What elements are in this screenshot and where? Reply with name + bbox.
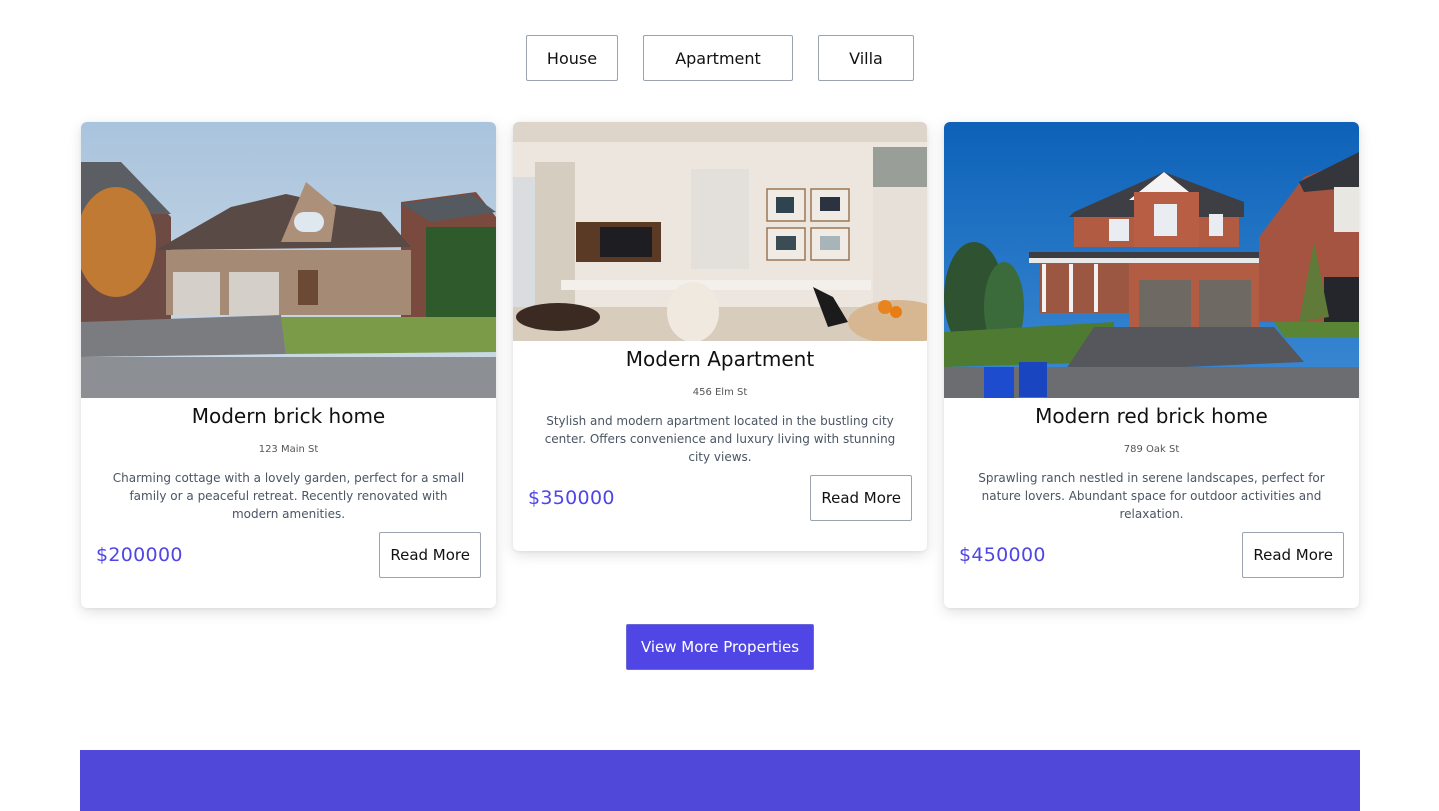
read-more-button[interactable]: Read More	[810, 475, 912, 521]
property-card: Modern brick home 123 Main St Charming c…	[81, 122, 496, 608]
filter-house-button[interactable]: House	[526, 35, 618, 81]
property-type-filters: House Apartment Villa	[0, 35, 1439, 81]
property-title: Modern brick home	[191, 404, 386, 428]
property-card-footer: $200000 Read More	[96, 532, 481, 578]
property-address: 456 Elm St	[692, 387, 748, 398]
property-description: Sprawling ranch nestled in serene landsc…	[978, 471, 1325, 521]
property-card: Modern Apartment 456 Elm St Stylish and …	[513, 122, 927, 551]
property-description: Stylish and modern apartment located in …	[544, 414, 896, 464]
property-card-body: Modern red brick home 789 Oak St Sprawli…	[944, 398, 1359, 523]
property-image	[944, 122, 1359, 398]
property-title: Modern Apartment	[625, 347, 815, 371]
property-card-footer: $450000 Read More	[959, 532, 1344, 578]
view-more-properties-button[interactable]: View More Properties	[626, 624, 814, 670]
filter-villa-button[interactable]: Villa	[818, 35, 914, 81]
property-image	[513, 122, 927, 341]
property-address: 789 Oak St	[1123, 444, 1180, 455]
footer-banner	[80, 750, 1360, 811]
property-card: Modern red brick home 789 Oak St Sprawli…	[944, 122, 1359, 608]
read-more-button[interactable]: Read More	[379, 532, 481, 578]
property-card-body: Modern Apartment 456 Elm St Stylish and …	[513, 341, 927, 466]
property-card-body: Modern brick home 123 Main St Charming c…	[81, 398, 496, 523]
property-image	[81, 122, 496, 398]
property-description: Charming cottage with a lovely garden, p…	[112, 471, 465, 521]
read-more-button[interactable]: Read More	[1242, 532, 1344, 578]
property-title: Modern red brick home	[1035, 404, 1268, 428]
property-price: $200000	[96, 544, 183, 566]
property-price: $450000	[959, 544, 1046, 566]
property-address: 123 Main St	[258, 444, 319, 455]
property-card-footer: $350000 Read More	[528, 475, 912, 521]
filter-apartment-button[interactable]: Apartment	[643, 35, 793, 81]
property-price: $350000	[528, 487, 615, 509]
